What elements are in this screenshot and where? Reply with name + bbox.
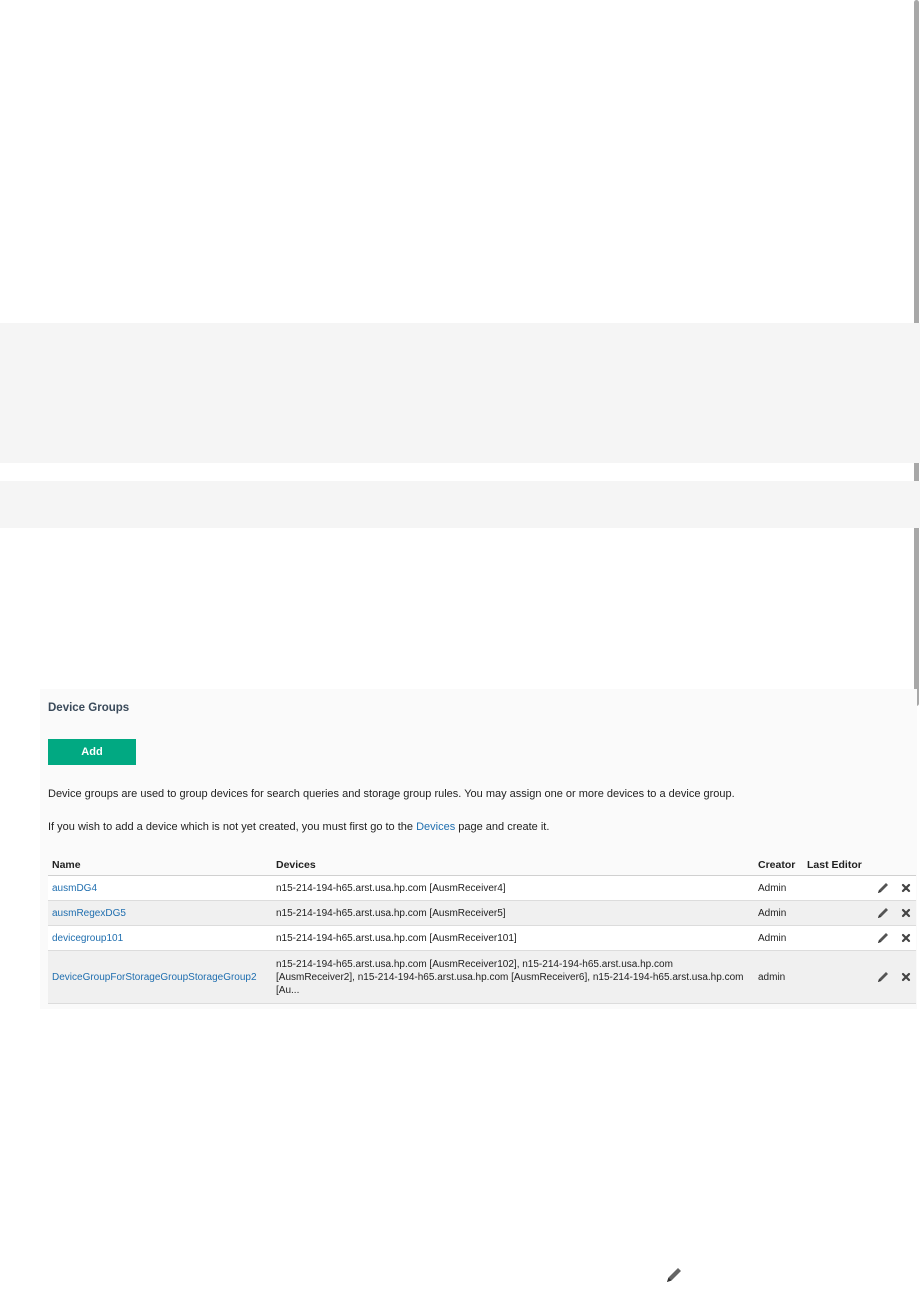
group-devices: n15-214-194-h65.arst.usa.hp.com [AusmRec…: [272, 900, 754, 926]
table-row: ausmDG4 n15-214-194-h65.arst.usa.hp.com …: [48, 875, 916, 901]
group-devices: n15-214-194-h65.arst.usa.hp.com [AusmRec…: [272, 925, 754, 951]
row-actions: [866, 950, 916, 1004]
column-header-actions: [866, 855, 916, 876]
table-header-row: Name Devices Creator Last Editor: [48, 855, 916, 876]
group-last-editor: [803, 925, 866, 951]
group-name-link[interactable]: ausmDG4: [52, 883, 97, 894]
vertical-scrollbar[interactable]: [909, 0, 924, 1289]
hint-text-before: If you wish to add a device which is not…: [48, 821, 414, 833]
row-actions: [866, 900, 916, 926]
row-actions: [866, 925, 916, 951]
pencil-icon[interactable]: [876, 970, 890, 984]
group-name-link[interactable]: ausmRegexDG5: [52, 908, 126, 919]
close-icon[interactable]: [899, 906, 913, 920]
close-icon[interactable]: [899, 931, 913, 945]
pencil-icon[interactable]: [876, 931, 890, 945]
group-name-link[interactable]: devicegroup101: [52, 933, 123, 944]
column-header-creator[interactable]: Creator: [754, 855, 803, 876]
devices-page-link[interactable]: Devices: [416, 821, 455, 833]
blank-header-band: [0, 323, 920, 463]
group-creator: admin: [754, 950, 803, 1004]
hint-text: If you wish to add a device which is not…: [48, 821, 549, 833]
group-name-link[interactable]: DeviceGroupForStorageGroupStorageGroup2: [52, 972, 257, 983]
panel-title: Device Groups: [48, 702, 130, 714]
group-creator: Admin: [754, 925, 803, 951]
table-row: DeviceGroupForStorageGroupStorageGroup2 …: [48, 950, 916, 1004]
column-header-name[interactable]: Name: [48, 855, 272, 876]
pencil-icon[interactable]: [664, 1265, 684, 1285]
pencil-icon[interactable]: [876, 906, 890, 920]
table-row: devicegroup101 n15-214-194-h65.arst.usa.…: [48, 925, 916, 951]
close-icon[interactable]: [899, 881, 913, 895]
group-last-editor: [803, 950, 866, 1004]
group-last-editor: [803, 900, 866, 926]
device-groups-panel: Device Groups Add Device groups are used…: [40, 689, 917, 1009]
description-text: Device groups are used to group devices …: [48, 788, 735, 800]
column-header-devices[interactable]: Devices: [272, 855, 754, 876]
table-row: ausmRegexDG5 n15-214-194-h65.arst.usa.hp…: [48, 900, 916, 926]
group-devices: n15-214-194-h65.arst.usa.hp.com [AusmRec…: [272, 875, 754, 901]
blank-toolbar-band: [0, 481, 920, 528]
group-last-editor: [803, 875, 866, 901]
close-icon[interactable]: [899, 970, 913, 984]
add-button[interactable]: Add: [48, 739, 136, 765]
group-creator: Admin: [754, 875, 803, 901]
hint-text-after: page and create it.: [458, 821, 550, 833]
pencil-icon[interactable]: [876, 881, 890, 895]
group-devices: n15-214-194-h65.arst.usa.hp.com [AusmRec…: [272, 950, 754, 1004]
group-creator: Admin: [754, 900, 803, 926]
row-actions: [866, 875, 916, 901]
device-groups-table: Name Devices Creator Last Editor ausmDG4…: [48, 855, 916, 1004]
column-header-last-editor[interactable]: Last Editor: [803, 855, 866, 876]
